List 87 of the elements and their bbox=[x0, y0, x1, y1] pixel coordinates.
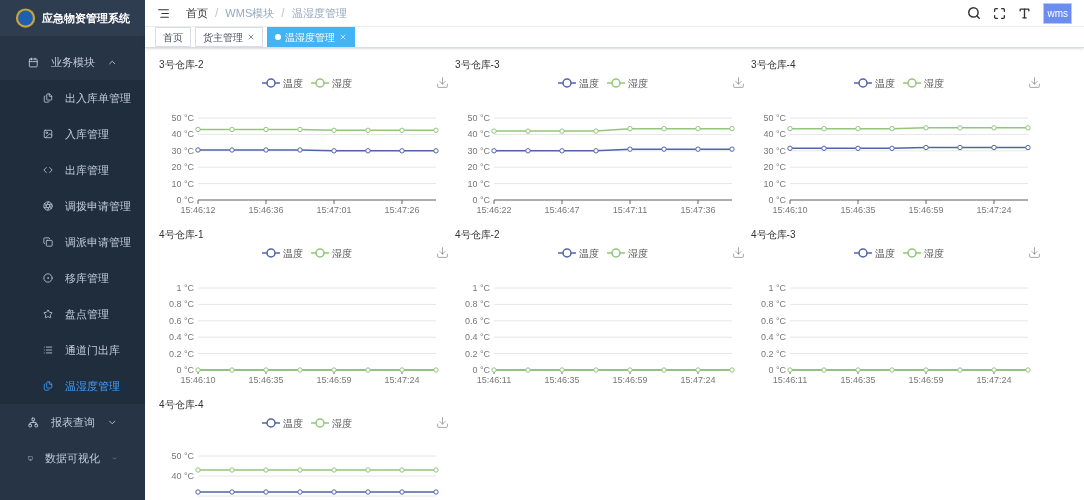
axis-label: 15:46:22 bbox=[476, 205, 512, 215]
breadcrumb-item: 温湿度管理 bbox=[291, 5, 347, 21]
axis-label: 15:46:12 bbox=[180, 205, 216, 215]
axis-label: 1 °C bbox=[176, 283, 194, 293]
axis-label: 20 °C bbox=[763, 162, 786, 173]
app-title: 应急物资管理系统 bbox=[42, 10, 130, 26]
axis-label: 10 °C bbox=[467, 178, 490, 189]
axis-label: 10 °C bbox=[763, 178, 786, 189]
axis-label: 15:47:11 bbox=[612, 205, 648, 215]
axis-label: 15:46:10 bbox=[772, 205, 808, 215]
axis-label: 50 °C bbox=[467, 113, 490, 123]
axis-label: 15:47:24 bbox=[680, 375, 716, 385]
axis-label: 15:47:36 bbox=[680, 205, 716, 215]
axis-label: 50 °C bbox=[171, 451, 194, 461]
axis-label: 0.2 °C bbox=[464, 348, 490, 359]
axis-label: 40 °C bbox=[763, 129, 786, 140]
axis-label: 15:46:59 bbox=[908, 205, 944, 215]
axis-label: 0.8 °C bbox=[760, 299, 786, 310]
axis-label: 0.4 °C bbox=[168, 332, 194, 343]
chart-title: 4号仓库-3 bbox=[751, 230, 796, 240]
chart-title: 4号仓库-4 bbox=[159, 400, 204, 410]
axis-label: 15:46:47 bbox=[544, 205, 580, 215]
axis-label: 1 °C bbox=[768, 283, 786, 293]
axis-label: 15:46:35 bbox=[840, 375, 876, 385]
legend-label: 温度 bbox=[579, 76, 599, 91]
axis-label: 15:46:59 bbox=[316, 375, 352, 385]
legend-label: 湿度 bbox=[332, 76, 352, 91]
axis-label: 1 °C bbox=[472, 283, 490, 293]
legend-label: 温度 bbox=[875, 76, 895, 91]
axis-label: 20 °C bbox=[467, 162, 490, 173]
axis-label: 30 °C bbox=[763, 145, 786, 156]
axis-label: 0.6 °C bbox=[760, 315, 786, 326]
legend-label: 湿度 bbox=[628, 76, 648, 91]
axis-label: 15:46:11 bbox=[476, 375, 512, 385]
legend-label: 温度 bbox=[579, 246, 599, 261]
legend-label: 湿度 bbox=[332, 246, 352, 261]
axis-label: 0 °C bbox=[176, 195, 194, 205]
axis-label: 0 °C bbox=[768, 195, 786, 205]
breadcrumb-separator: / bbox=[215, 5, 219, 22]
axis-label: 40 °C bbox=[171, 129, 194, 140]
axis-label: 0 °C bbox=[472, 195, 490, 205]
axis-label: 15:46:35 bbox=[248, 375, 284, 385]
axis-label: 30 °C bbox=[467, 145, 490, 156]
axis-label: 15:46:10 bbox=[180, 375, 216, 385]
axis-label: 0.6 °C bbox=[464, 315, 490, 326]
axis-label: 0.6 °C bbox=[168, 315, 194, 326]
axis-label: 15:47:24 bbox=[976, 205, 1012, 215]
axis-label: 50 °C bbox=[763, 113, 786, 123]
axis-label: 15:46:36 bbox=[248, 205, 284, 215]
breadcrumb-separator: / bbox=[281, 5, 285, 22]
axis-label: 0.4 °C bbox=[464, 332, 490, 343]
axis-label: 0.8 °C bbox=[464, 299, 490, 310]
axis-label: 15:47:24 bbox=[976, 375, 1012, 385]
legend-label: 湿度 bbox=[628, 246, 648, 261]
axis-label: 0 °C bbox=[768, 365, 786, 375]
chart-title: 3号仓库-3 bbox=[455, 60, 500, 70]
axis-label: 15:47:01 bbox=[316, 205, 352, 215]
legend-label: 湿度 bbox=[924, 246, 944, 261]
axis-label: 40 °C bbox=[467, 129, 490, 140]
axis-label: 0 °C bbox=[176, 365, 194, 375]
axis-label: 15:47:26 bbox=[384, 205, 420, 215]
axis-label: 20 °C bbox=[171, 162, 194, 173]
axis-label: 15:47:24 bbox=[384, 375, 420, 385]
axis-label: 15:46:59 bbox=[908, 375, 944, 385]
axis-label: 0.4 °C bbox=[760, 332, 786, 343]
axis-label: 0.8 °C bbox=[168, 299, 194, 310]
chart-title: 3号仓库-4 bbox=[751, 60, 796, 70]
axis-label: 0 °C bbox=[472, 365, 490, 375]
legend-label: 湿度 bbox=[332, 416, 352, 431]
axis-label: 15:46:59 bbox=[612, 375, 648, 385]
legend-label: 温度 bbox=[283, 246, 303, 261]
axis-label: 15:46:35 bbox=[544, 375, 580, 385]
axis-label: 50 °C bbox=[171, 113, 194, 123]
chart-title: 4号仓库-1 bbox=[159, 230, 204, 240]
axis-label: 0.2 °C bbox=[760, 348, 786, 359]
axis-label: 15:46:35 bbox=[840, 205, 876, 215]
chart-title: 4号仓库-2 bbox=[455, 230, 500, 240]
legend-label: 湿度 bbox=[924, 76, 944, 91]
axis-label: 30 °C bbox=[171, 145, 194, 156]
axis-label: 10 °C bbox=[171, 178, 194, 189]
chart-title: 3号仓库-2 bbox=[159, 60, 204, 70]
axis-label: 0.2 °C bbox=[168, 348, 194, 359]
axis-label: 15:46:11 bbox=[772, 375, 808, 385]
legend-label: 温度 bbox=[875, 246, 895, 261]
legend-label: 温度 bbox=[283, 76, 303, 91]
axis-label: 40 °C bbox=[171, 471, 194, 481]
legend-label: 温度 bbox=[283, 416, 303, 431]
